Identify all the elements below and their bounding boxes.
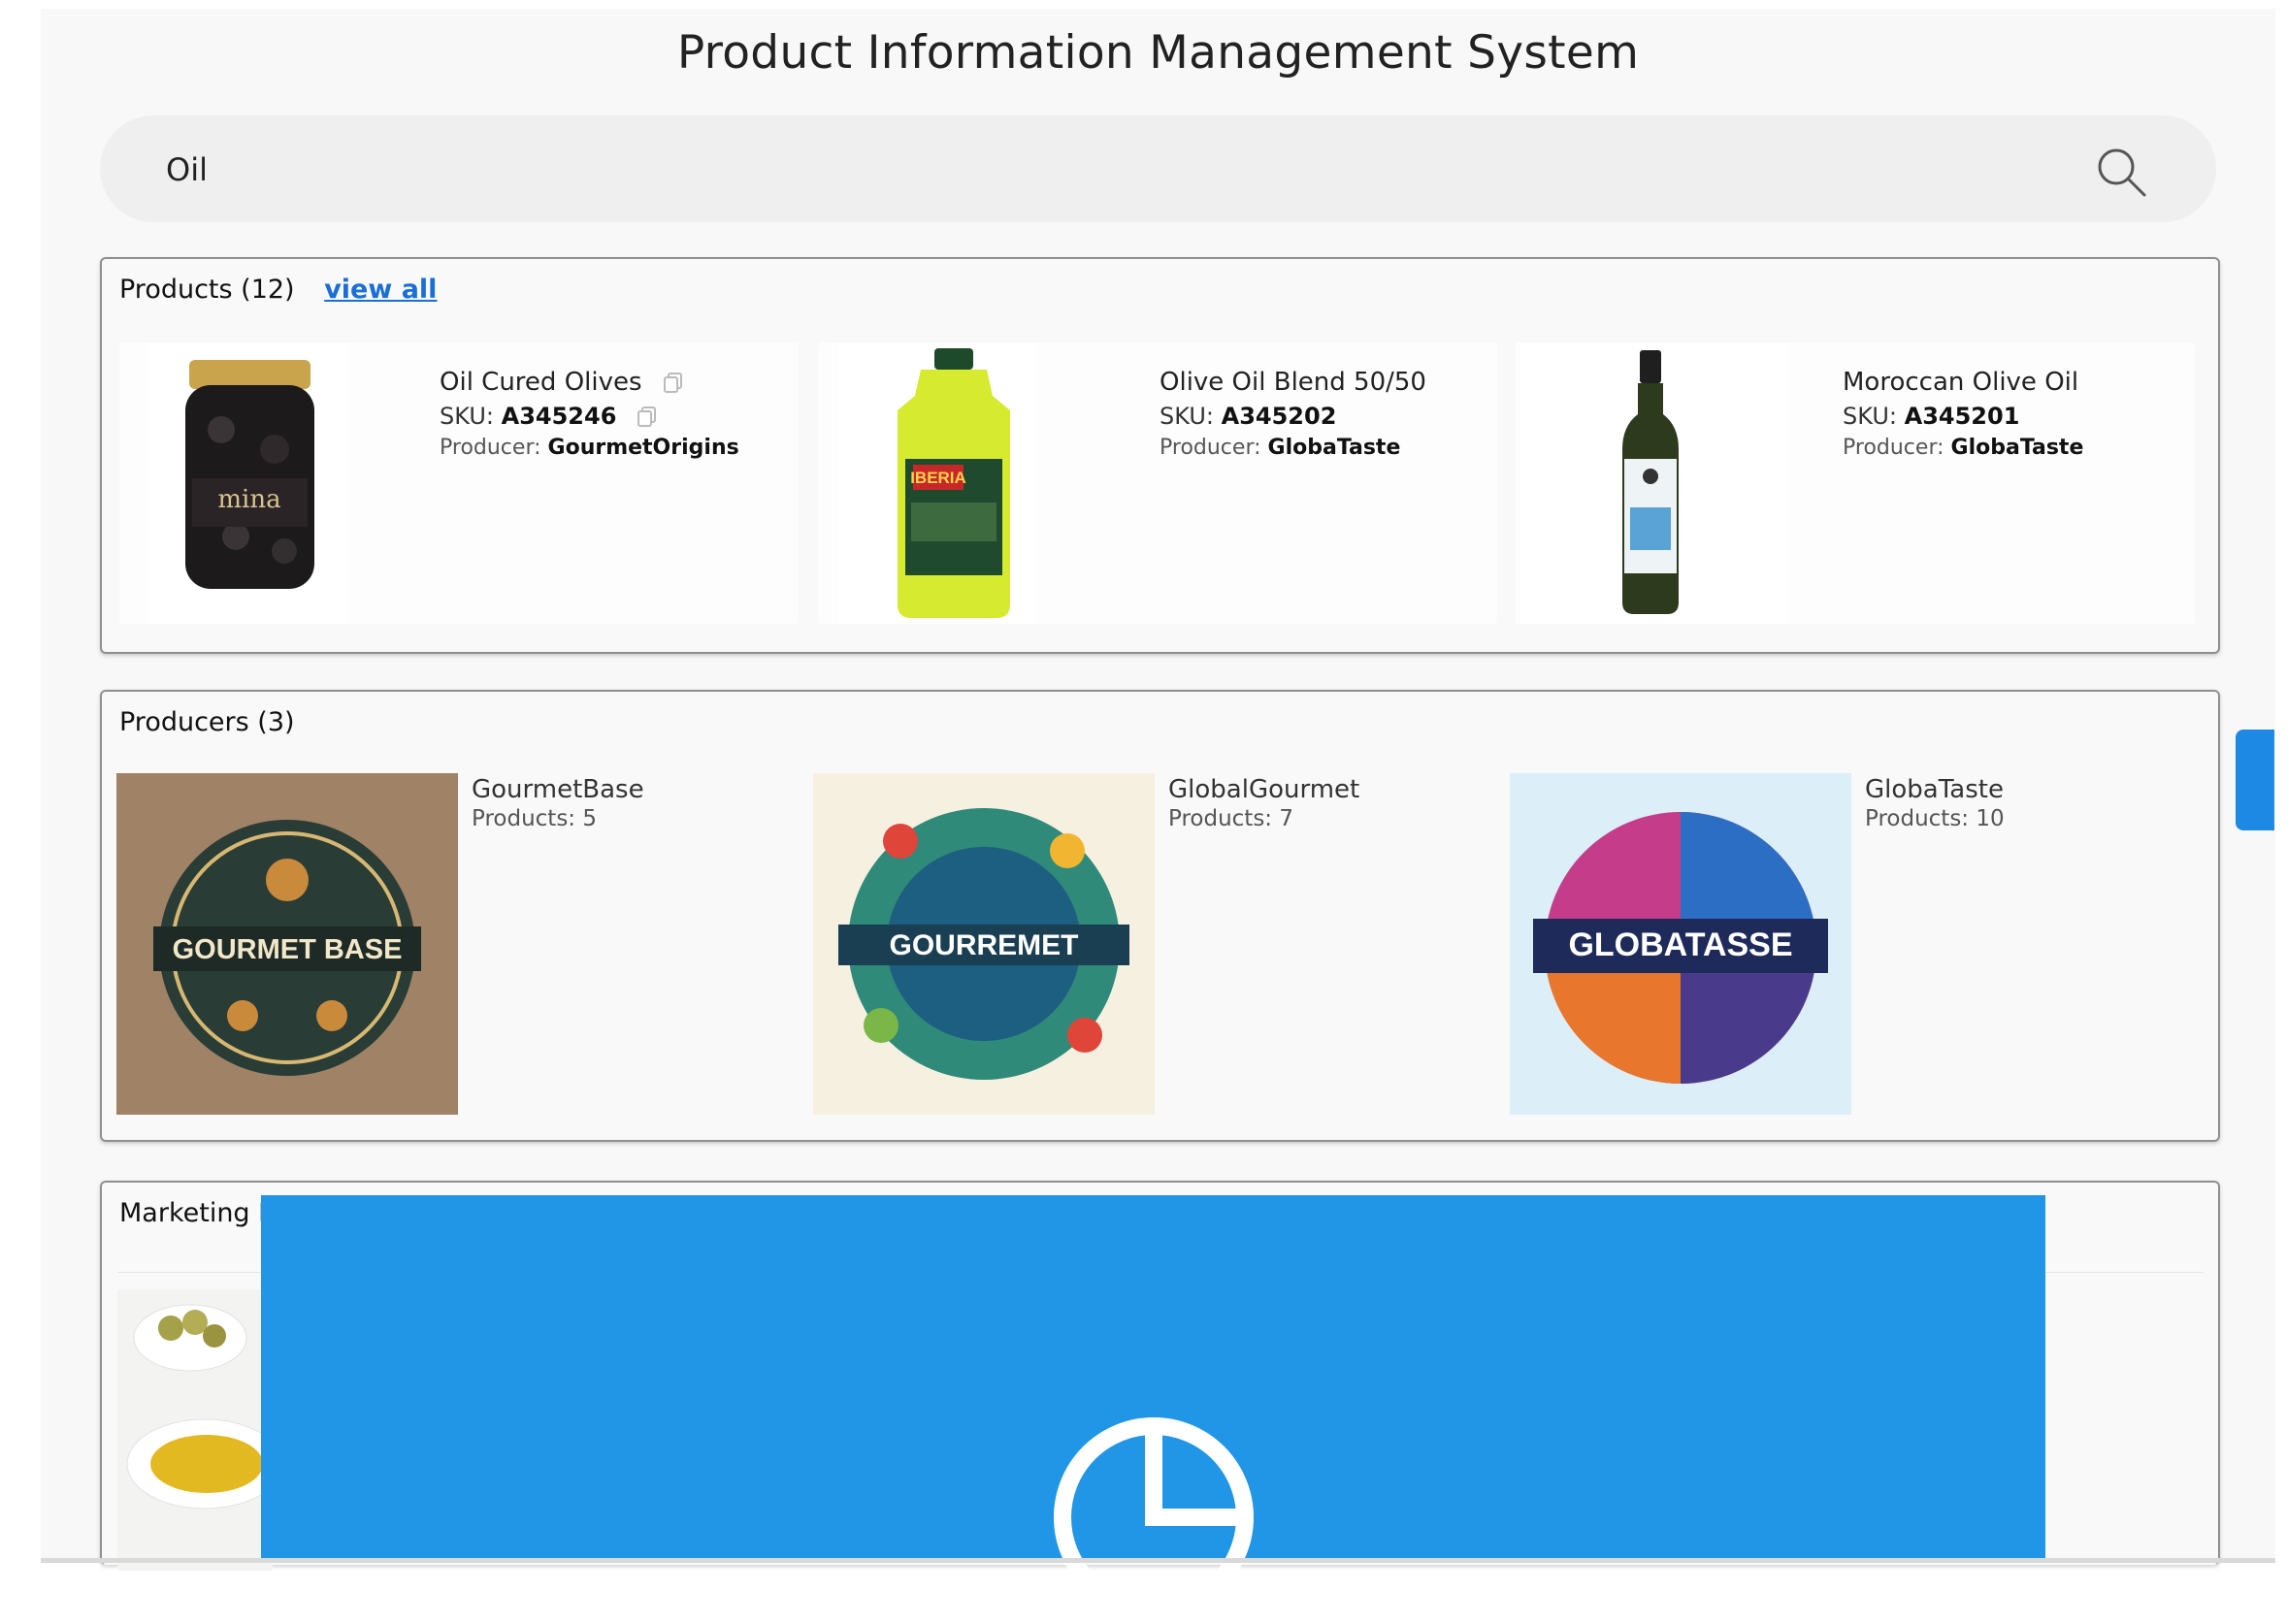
view-all-link[interactable]: view all bbox=[324, 275, 437, 305]
bottle-label-text: IBERIA bbox=[910, 469, 966, 487]
logo-text: GLOBATASSE bbox=[1568, 926, 1792, 963]
producer-label: Producer: bbox=[1843, 436, 1944, 460]
marketing-heading: Marketing L bbox=[119, 1198, 274, 1228]
search-input[interactable] bbox=[164, 143, 2011, 197]
product-card[interactable]: Moroccan Olive Oil SKU: A345201 Producer… bbox=[1516, 342, 2195, 624]
producers-panel: Producers (3) GOURMET BASE GourmetBase P… bbox=[100, 690, 2220, 1142]
producer-name: GlobaTaste bbox=[1865, 775, 2004, 804]
producer-product-count: Products: 5 bbox=[472, 806, 598, 831]
sku-label: SKU: bbox=[440, 403, 494, 430]
producer-label: Producer: bbox=[440, 436, 541, 460]
loading-overlay bbox=[261, 1195, 2045, 1617]
producer-name: GlobalGourmet bbox=[1168, 775, 1360, 804]
sku-label: SKU: bbox=[1843, 403, 1897, 430]
producer-card[interactable]: GOURREMET GlobalGourmet Products: 7 bbox=[813, 773, 1492, 1119]
product-sku: A345201 bbox=[1904, 403, 2020, 430]
producer-card[interactable]: GOURMET BASE GourmetBase Products: 5 bbox=[116, 773, 796, 1119]
copy-icon[interactable] bbox=[637, 406, 657, 428]
page-title: Product Information Management System bbox=[676, 26, 1640, 80]
product-producer[interactable]: GlobaTaste bbox=[1268, 436, 1401, 460]
window-bottom-edge bbox=[41, 1558, 2275, 1563]
marketing-image bbox=[117, 1289, 283, 1571]
product-sku: A345246 bbox=[501, 403, 617, 430]
producer-logo: GOURREMET bbox=[813, 773, 1155, 1115]
products-heading: Products (12) bbox=[119, 275, 295, 305]
product-name: Oil Cured Olives bbox=[440, 368, 642, 397]
producer-product-count: Products: 10 bbox=[1865, 806, 2005, 831]
product-card[interactable]: mina Oil Cured Olives SKU: A345246 Produ… bbox=[119, 342, 799, 624]
producer-logo: GOURMET BASE bbox=[116, 773, 458, 1115]
product-image: IBERIA bbox=[837, 342, 1036, 624]
producer-card[interactable]: GLOBATASSE GlobaTaste Products: 10 bbox=[1510, 773, 2189, 1119]
product-name: Moroccan Olive Oil bbox=[1843, 368, 2079, 397]
product-image: mina bbox=[148, 342, 347, 624]
sku-label: SKU: bbox=[1160, 403, 1214, 430]
product-producer[interactable]: GlobaTaste bbox=[1951, 436, 2084, 460]
product-card[interactable]: IBERIA Olive Oil Blend 50/50 SKU: A34520… bbox=[818, 342, 1497, 624]
producer-product-count: Products: 7 bbox=[1168, 806, 1294, 831]
copy-icon[interactable] bbox=[663, 372, 683, 394]
product-producer[interactable]: GourmetOrigins bbox=[548, 436, 739, 460]
jar-label-text: mina bbox=[217, 485, 280, 514]
producer-name: GourmetBase bbox=[472, 775, 644, 804]
producer-logo: GLOBATASSE bbox=[1510, 773, 1851, 1115]
producer-label: Producer: bbox=[1160, 436, 1261, 460]
side-feedback-tab[interactable] bbox=[2236, 730, 2274, 830]
logo-text: GOURREMET bbox=[890, 929, 1079, 961]
product-name: Olive Oil Blend 50/50 bbox=[1160, 368, 1426, 397]
search-bar bbox=[100, 115, 2216, 222]
logo-text: GOURMET BASE bbox=[173, 934, 403, 965]
products-panel: Products (12) view all mina Oil Cured Ol… bbox=[100, 257, 2220, 654]
search-icon[interactable] bbox=[2094, 145, 2148, 199]
pie-chart-icon bbox=[1054, 1417, 1254, 1617]
producers-heading: Producers (3) bbox=[119, 707, 295, 737]
product-image bbox=[1516, 342, 1787, 624]
product-sku: A345202 bbox=[1221, 403, 1337, 430]
